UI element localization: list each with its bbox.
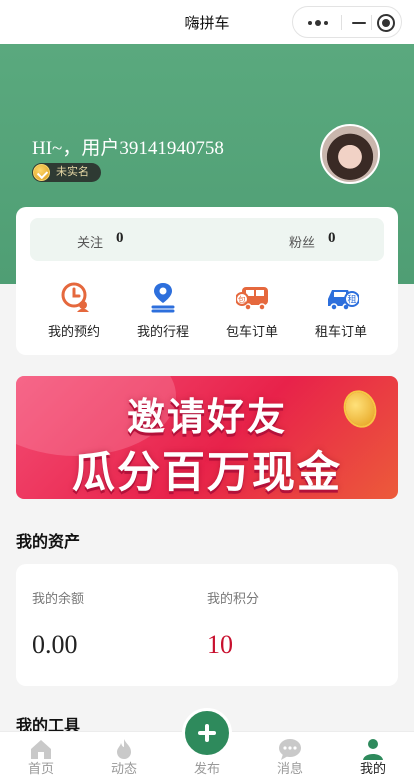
shortcut-my-bookings[interactable]: 我的预约 bbox=[34, 281, 114, 345]
fans-count[interactable]: 0 bbox=[328, 230, 336, 247]
capsule-divider bbox=[371, 15, 372, 30]
follow-stats: 关注 0 粉丝 0 bbox=[30, 218, 384, 261]
shortcut-rental-orders[interactable]: 租 租车订单 bbox=[301, 281, 381, 345]
shortcut-label: 包车订单 bbox=[225, 324, 278, 339]
minimize-icon[interactable] bbox=[349, 16, 369, 30]
verify-status-label: 未实名 bbox=[56, 166, 89, 178]
following-label[interactable]: 关注 bbox=[77, 232, 103, 251]
publish-plus-button[interactable] bbox=[182, 708, 232, 758]
points-value[interactable]: 10 bbox=[207, 630, 233, 660]
user-greeting: HI~，用户39141940758 bbox=[32, 138, 224, 159]
charter-bus-icon: 包 bbox=[236, 287, 268, 311]
tab-label: 动态 bbox=[110, 761, 137, 776]
svg-text:租: 租 bbox=[347, 295, 356, 306]
more-icon[interactable] bbox=[304, 16, 332, 30]
rental-car-icon: 租 bbox=[328, 290, 359, 311]
tab-label: 首页 bbox=[27, 761, 54, 776]
points-label: 我的积分 bbox=[207, 591, 260, 606]
tab-label: 消息 bbox=[276, 761, 303, 776]
shortcut-my-trips[interactable]: 我的行程 bbox=[123, 281, 203, 345]
clock-person-icon bbox=[61, 282, 89, 312]
banner-subheadline: 瓜分百万现金 bbox=[72, 449, 342, 497]
following-count[interactable]: 0 bbox=[116, 230, 124, 247]
shortcut-label: 我的预约 bbox=[47, 324, 100, 339]
banner-headline: 邀请好友 bbox=[126, 397, 287, 439]
verify-coin-icon bbox=[33, 164, 50, 181]
route-pin-icon bbox=[151, 283, 175, 313]
assets-card: 我的余额 0.00 我的积分 10 bbox=[16, 564, 398, 686]
balance-value[interactable]: 0.00 bbox=[32, 630, 78, 660]
assets-section-title: 我的资产 bbox=[16, 534, 81, 551]
tab-mine[interactable]: 我的 bbox=[332, 732, 414, 780]
top-bar: 嗨拼车 bbox=[0, 0, 414, 44]
balance-label: 我的余额 bbox=[32, 591, 85, 606]
tab-label: 我的 bbox=[359, 761, 386, 776]
mini-program-capsule bbox=[292, 6, 402, 38]
fans-label[interactable]: 粉丝 bbox=[289, 232, 315, 251]
verify-status-badge[interactable]: 未实名 bbox=[32, 163, 101, 182]
tab-feed[interactable]: 动态 bbox=[83, 732, 165, 780]
tab-home[interactable]: 首页 bbox=[0, 732, 82, 780]
invite-friends-banner[interactable]: 邀请好友 瓜分百万现金 bbox=[16, 376, 398, 499]
shortcut-label: 我的行程 bbox=[136, 324, 189, 339]
tab-messages[interactable]: 消息 bbox=[249, 732, 331, 780]
shortcut-charter-orders[interactable]: 包 包车订单 bbox=[212, 281, 292, 345]
capsule-divider bbox=[341, 15, 342, 30]
close-icon[interactable] bbox=[377, 14, 395, 32]
shortcut-label: 租车订单 bbox=[314, 324, 367, 339]
profile-card: 关注 0 粉丝 0 我的预约 我的行程 包 包车订单 租 租车订单 bbox=[16, 207, 398, 355]
svg-text:包: 包 bbox=[238, 295, 246, 305]
avatar[interactable] bbox=[320, 124, 380, 184]
tab-label: 发布 bbox=[193, 761, 220, 776]
